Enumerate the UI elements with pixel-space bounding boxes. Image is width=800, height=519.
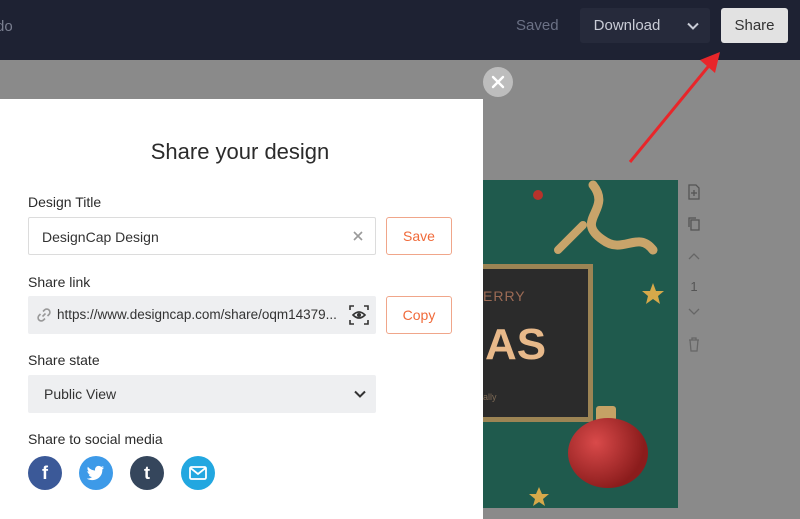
chevron-down-icon xyxy=(687,22,699,30)
annotation-arrow xyxy=(628,52,720,163)
close-modal-button[interactable] xyxy=(483,67,513,97)
fine-text: ally xyxy=(483,392,497,402)
download-group: Download xyxy=(580,8,710,43)
close-icon xyxy=(491,75,505,89)
move-down-icon[interactable] xyxy=(684,302,704,322)
social-media-label: Share to social media xyxy=(28,431,163,447)
move-up-icon[interactable] xyxy=(684,246,704,266)
add-page-icon[interactable] xyxy=(684,182,704,202)
share-link-url: https://www.designcap.com/share/oqm14379… xyxy=(57,307,337,322)
xmas-text: AS xyxy=(485,320,547,369)
twitter-icon xyxy=(87,465,104,481)
tumblr-share-button[interactable]: t xyxy=(130,456,164,490)
star-decoration xyxy=(529,487,549,506)
share-state-label: Share state xyxy=(28,352,100,368)
star-decoration xyxy=(642,283,664,304)
merry-text: ERRY xyxy=(483,288,526,304)
ribbon-decoration xyxy=(554,180,658,255)
save-button[interactable]: Save xyxy=(386,217,452,255)
share-state-select[interactable]: Public View xyxy=(28,375,376,413)
share-modal: Share your design Design Title DesignCap… xyxy=(0,99,483,519)
download-button[interactable]: Download xyxy=(580,8,674,43)
facebook-share-button[interactable]: f xyxy=(28,456,62,490)
preview-eye-icon[interactable] xyxy=(349,305,369,325)
chevron-down-icon xyxy=(354,390,366,398)
link-icon xyxy=(37,308,51,322)
email-icon xyxy=(189,466,207,480)
facebook-icon: f xyxy=(42,462,48,483)
design-title-label: Design Title xyxy=(28,194,102,210)
email-share-button[interactable] xyxy=(181,456,215,490)
ornament-ball xyxy=(568,418,648,488)
undo-label[interactable]: do xyxy=(0,18,13,35)
saved-status: Saved xyxy=(516,17,559,34)
design-title-value: DesignCap Design xyxy=(42,229,159,245)
download-dropdown-button[interactable] xyxy=(676,8,710,43)
duplicate-page-icon[interactable] xyxy=(684,214,704,234)
design-title-input[interactable]: DesignCap Design xyxy=(28,217,376,255)
share-state-value: Public View xyxy=(44,386,117,402)
page-number: 1 xyxy=(690,278,698,294)
share-button[interactable]: Share xyxy=(721,8,788,43)
clear-icon[interactable] xyxy=(351,229,365,243)
delete-page-icon[interactable] xyxy=(684,334,704,354)
share-link-label: Share link xyxy=(28,274,91,290)
design-canvas[interactable]: ERRY AS ally xyxy=(483,180,678,508)
twitter-share-button[interactable] xyxy=(79,456,113,490)
tumblr-icon: t xyxy=(144,462,150,483)
modal-title: Share your design xyxy=(150,139,330,164)
share-link-field[interactable]: https://www.designcap.com/share/oqm14379… xyxy=(28,296,376,334)
copy-button[interactable]: Copy xyxy=(386,296,452,334)
red-dot-decoration xyxy=(533,190,543,200)
